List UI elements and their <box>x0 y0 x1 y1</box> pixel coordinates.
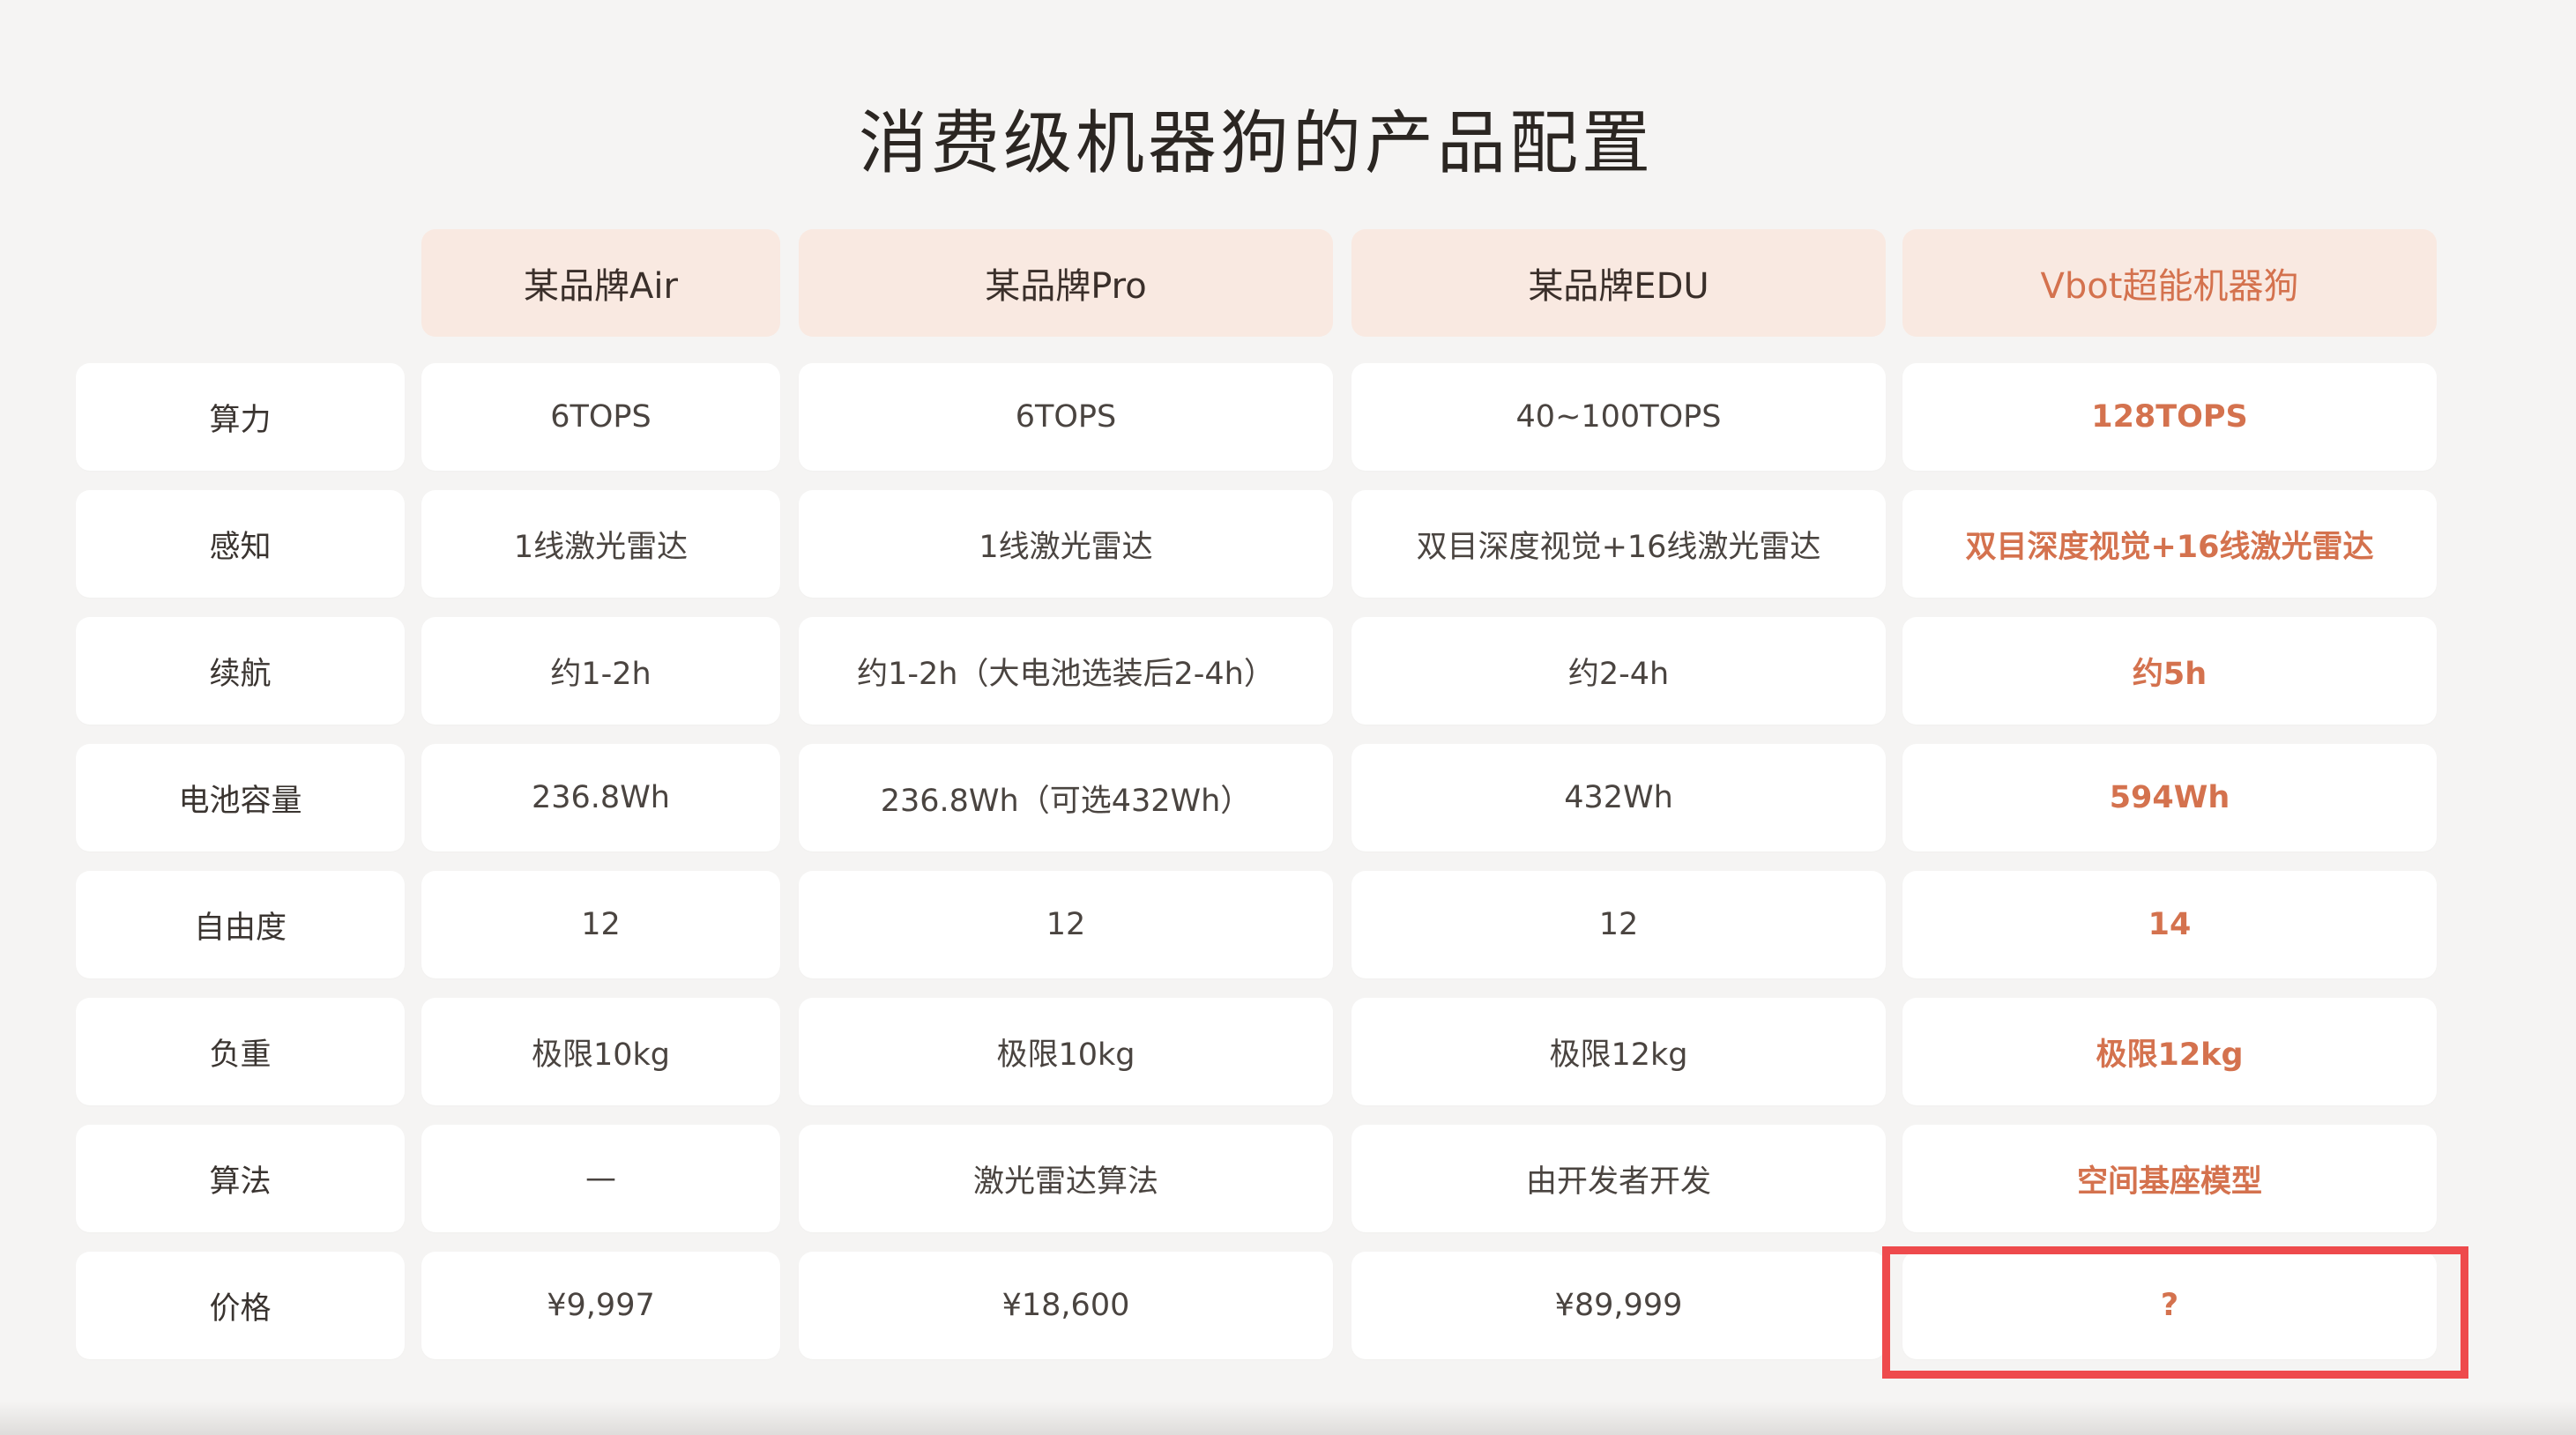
row-label: 电池容量 <box>76 744 405 851</box>
table-cell: 极限10kg <box>421 998 780 1105</box>
bottom-shade <box>0 1402 2576 1435</box>
table-cell: 1线激光雷达 <box>799 490 1333 598</box>
table-cell-highlight: 14 <box>1902 871 2437 978</box>
table-cell: ¥89,999 <box>1351 1252 1886 1359</box>
row-label: 算力 <box>76 363 405 471</box>
table-cell: 激光雷达算法 <box>799 1125 1333 1232</box>
table-cell: 约1-2h <box>421 617 780 725</box>
table-cell: 12 <box>799 871 1333 978</box>
column-header-edu: 某品牌EDU <box>1351 229 1886 337</box>
table-cell: ¥18,600 <box>799 1252 1333 1359</box>
column-header-vbot: Vbot超能机器狗 <box>1902 229 2437 337</box>
table-cell-highlight: 双目深度视觉+16线激光雷达 <box>1902 490 2437 598</box>
table-cell-highlight: 极限12kg <box>1902 998 2437 1105</box>
table-cell: 极限10kg <box>799 998 1333 1105</box>
column-header-air: 某品牌Air <box>421 229 780 337</box>
table-cell: 40~100TOPS <box>1351 363 1886 471</box>
table-cell: — <box>421 1125 780 1232</box>
table-cell: 由开发者开发 <box>1351 1125 1886 1232</box>
table-cell: 12 <box>421 871 780 978</box>
table-cell-highlight: 约5h <box>1902 617 2437 725</box>
table-cell-highlight: 594Wh <box>1902 744 2437 851</box>
row-label: 算法 <box>76 1125 405 1232</box>
row-label: 负重 <box>76 998 405 1105</box>
table-cell: 432Wh <box>1351 744 1886 851</box>
page-title: 消费级机器狗的产品配置 <box>858 104 1654 183</box>
table-cell-highlight: 128TOPS <box>1902 363 2437 471</box>
table-cell-highlight: 空间基座模型 <box>1902 1125 2437 1232</box>
row-label: 续航 <box>76 617 405 725</box>
table-cell: 约2-4h <box>1351 617 1886 725</box>
table-cell: 6TOPS <box>421 363 780 471</box>
table-cell: 约1-2h（大电池选装后2-4h） <box>799 617 1333 725</box>
table-cell: 双目深度视觉+16线激光雷达 <box>1351 490 1886 598</box>
table-cell: 极限12kg <box>1351 998 1886 1105</box>
table-cell: 6TOPS <box>799 363 1333 471</box>
row-label: 价格 <box>76 1252 405 1359</box>
table-cell: 1线激光雷达 <box>421 490 780 598</box>
row-label: 自由度 <box>76 871 405 978</box>
table-cell: 236.8Wh <box>421 744 780 851</box>
row-label: 感知 <box>76 490 405 598</box>
table-cell-highlight: ? <box>1902 1252 2437 1359</box>
table-cell: 236.8Wh（可选432Wh） <box>799 744 1333 851</box>
table-cell: ¥9,997 <box>421 1252 780 1359</box>
table-cell: 12 <box>1351 871 1886 978</box>
column-header-pro: 某品牌Pro <box>799 229 1333 337</box>
